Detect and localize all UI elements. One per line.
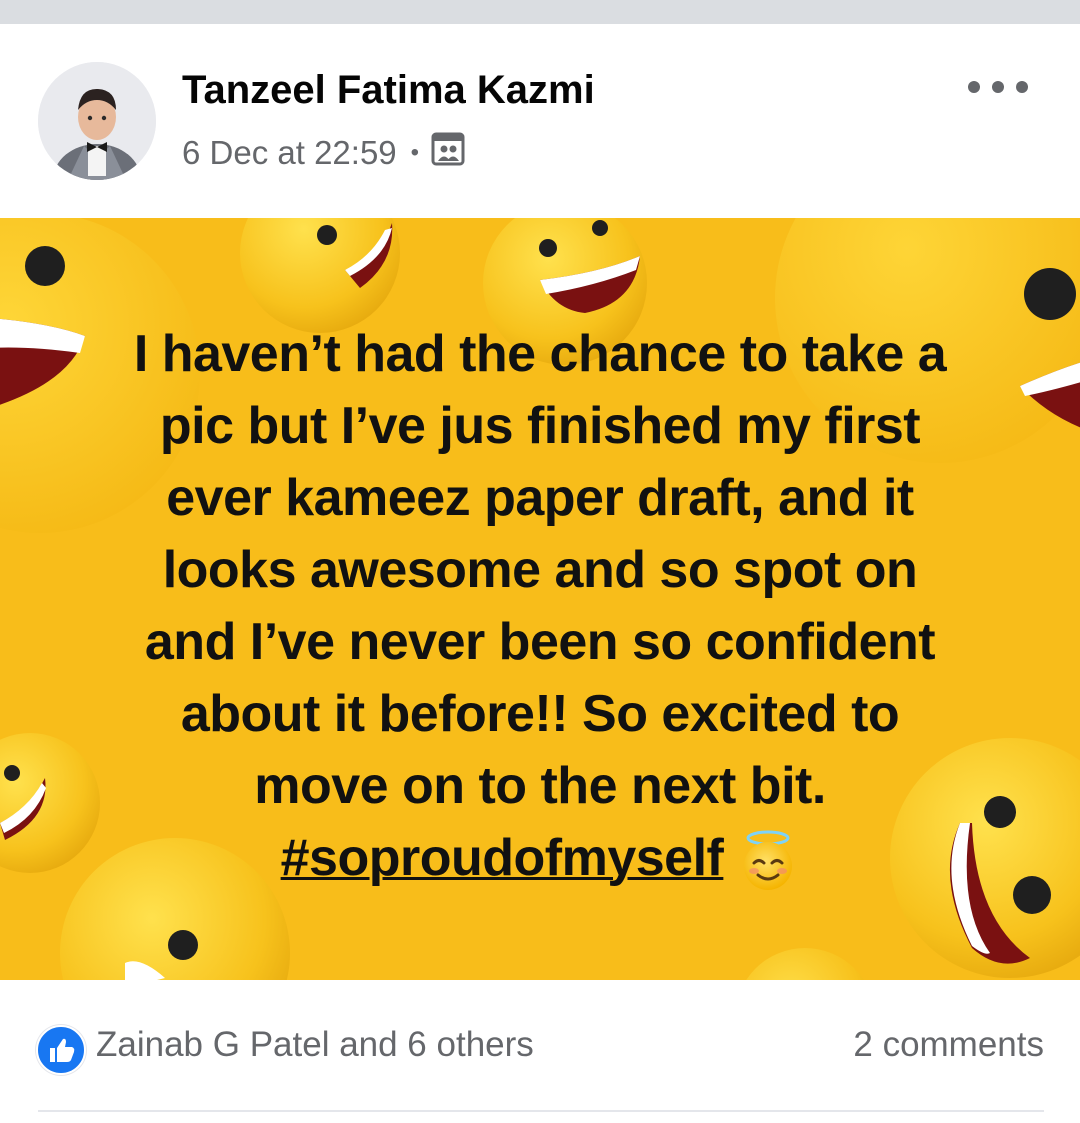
post-text-line: ever kameez paper draft, and it — [166, 469, 914, 527]
post-text-line: I haven’t had the chance to take a — [133, 325, 947, 383]
post-timestamp[interactable]: 6 Dec at 22:59 — [182, 134, 397, 172]
avatar-photo — [38, 62, 156, 180]
more-dot — [968, 81, 980, 93]
more-dot — [992, 81, 1004, 93]
post-text-line: about it before!! So excited to — [180, 685, 900, 743]
friends-icon[interactable] — [431, 132, 465, 174]
hashtag-line: #soproudofmyself — [60, 822, 1020, 894]
post-text-line: looks awesome and so spot on — [162, 541, 918, 599]
more-options-icon[interactable] — [968, 72, 1028, 102]
post-text-line: move on to the next bit. — [254, 757, 826, 815]
post-text-line: and I’ve never been so confident — [144, 613, 936, 671]
hashtag-link[interactable]: #soproudofmyself — [281, 829, 724, 887]
more-dot — [1016, 81, 1028, 93]
comments-count[interactable]: 2 comments — [853, 1025, 1044, 1065]
top-gray-bar — [0, 0, 1080, 24]
post-text-line: pic but I’ve jus finished my first — [159, 397, 921, 455]
smiling-face-with-halo-icon — [744, 830, 793, 891]
meta-separator: • — [410, 139, 420, 166]
like-icon[interactable] — [36, 1025, 86, 1075]
footer-divider — [38, 1110, 1044, 1112]
reactions-summary[interactable]: Zainab G Patel and 6 others — [96, 1025, 534, 1065]
post-meta: 6 Dec at 22:59 • — [182, 132, 465, 174]
post-author-name[interactable]: Tanzeel Fatima Kazmi — [182, 68, 595, 113]
avatar[interactable] — [38, 62, 156, 180]
post-text: I haven’t had the chance to take a pic b… — [60, 318, 1020, 894]
